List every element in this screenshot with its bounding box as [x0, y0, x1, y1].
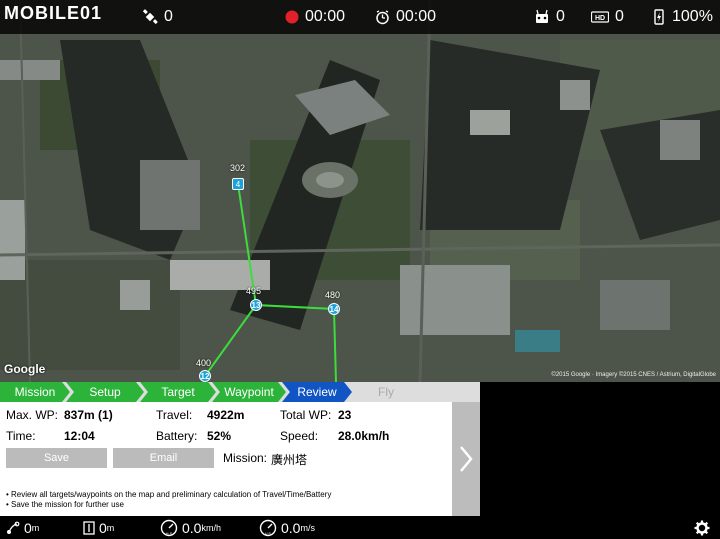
tab-mission[interactable]: Mission	[0, 382, 70, 402]
status-bar: MOBILE01 0 00:00 00:00 0 HD 0 100%	[0, 0, 720, 34]
map-credit: ©2015 Google · Imagery ©2015 CNES / Astr…	[551, 372, 716, 378]
waypoint-altitude: 495	[246, 286, 262, 296]
distance-readout: 0m	[6, 516, 39, 539]
mission-label: Mission:	[223, 451, 268, 465]
battery-icon	[654, 9, 664, 25]
record-icon	[285, 10, 299, 24]
rc-signal-value: 0	[556, 8, 565, 25]
horizontal-speed-unit: km/h	[201, 522, 221, 533]
svg-text:V.S: V.S	[265, 531, 271, 536]
travel-label: Travel:	[156, 408, 193, 422]
speedometer-icon: H.S	[160, 519, 178, 536]
save-button[interactable]: Save	[6, 448, 107, 468]
google-logo: Google	[4, 362, 46, 376]
satellite-count: 0	[164, 8, 173, 25]
height-value: 0	[99, 519, 107, 536]
total-wp-label: Total WP:	[280, 408, 332, 422]
waypoint-marker[interactable]: 4	[232, 178, 244, 190]
watermark: MOBILE01	[4, 3, 103, 23]
vertical-speed-value: 0.0	[281, 519, 301, 536]
tab-waypoint[interactable]: Waypoint	[212, 382, 286, 402]
email-button[interactable]: Email	[113, 448, 214, 468]
mission-tabs: Mission Setup Target Waypoint Review Fly	[0, 382, 480, 402]
waypoint-altitude: 302	[230, 163, 246, 173]
vertical-speed-readout: V.S 0.0 m/s	[259, 516, 315, 539]
distance-icon	[7, 521, 20, 534]
remote-controller-icon	[536, 9, 548, 23]
clock-icon	[376, 9, 389, 24]
battery-percent: 100%	[672, 8, 713, 25]
time-value: 12:04	[64, 429, 95, 443]
settings-button[interactable]	[694, 516, 714, 539]
max-wp-value: 837m (1)	[64, 408, 113, 422]
speed-value: 28.0km/h	[338, 429, 390, 443]
waypoint-altitude: 400	[196, 358, 212, 368]
flight-time: 00:00	[396, 8, 437, 25]
waypoint-marker[interactable]: 12	[199, 370, 211, 382]
mission-name: 廣州塔	[271, 453, 308, 467]
svg-text:H.S: H.S	[166, 531, 173, 536]
satellite-status: 0	[142, 0, 173, 34]
app-screen: 302 4 495 13 480 14 400 12 Google ©2015 …	[0, 0, 720, 539]
height-icon	[83, 520, 95, 535]
video-signal: HD 0	[591, 0, 624, 34]
waypoint-marker[interactable]: 13	[250, 299, 262, 311]
gear-icon	[694, 520, 710, 535]
telemetry-bar: 0m 0m H.S 0.0 km/h V.S 0.0 m/s	[0, 516, 720, 539]
max-wp-label: Max. WP:	[6, 408, 59, 422]
tab-target[interactable]: Target	[140, 382, 216, 402]
video-signal-value: 0	[615, 8, 624, 25]
review-panel: Max. WP: 837m (1) Travel: 4922m Total WP…	[0, 402, 452, 516]
distance-value: 0	[24, 519, 32, 536]
hd-signal-icon: HD	[591, 11, 609, 23]
tab-fly[interactable]: Fly	[348, 382, 424, 402]
distance-unit: m	[31, 522, 40, 533]
tab-setup[interactable]: Setup	[66, 382, 144, 402]
svg-text:HD: HD	[595, 15, 605, 22]
horizontal-speed-value: 0.0	[182, 519, 202, 536]
vertical-speed-unit: m/s	[300, 522, 315, 533]
height-readout: 0m	[83, 516, 114, 539]
battery-label: Battery:	[156, 429, 198, 443]
total-wp-value: 23	[338, 408, 352, 422]
review-note: • Save the mission for further use	[6, 500, 124, 509]
height-unit: m	[106, 522, 115, 533]
horizontal-speed-readout: H.S 0.0 km/h	[160, 516, 221, 539]
waypoint-altitude: 480	[325, 290, 341, 300]
map-imagery	[0, 0, 720, 382]
satellite-map[interactable]: 302 4 495 13 480 14 400 12 Google ©2015 …	[0, 0, 720, 382]
chevron-right-icon	[460, 446, 473, 472]
record-time: 00:00	[305, 8, 346, 25]
satellite-icon	[142, 9, 158, 25]
tab-review[interactable]: Review	[282, 382, 352, 402]
rc-signal: 0	[534, 0, 565, 34]
waypoint-marker[interactable]: 14	[328, 303, 340, 315]
battery-status: 100%	[652, 0, 713, 34]
time-label: Time:	[6, 429, 36, 443]
travel-value: 4922m	[207, 408, 245, 422]
speed-label: Speed:	[280, 429, 319, 443]
next-button[interactable]	[452, 402, 480, 516]
flight-timer: 00:00	[375, 0, 436, 34]
battery-value: 52%	[207, 429, 232, 443]
review-note: • Review all targets/waypoints on the ma…	[6, 490, 332, 499]
vertical-speedometer-icon: V.S	[259, 519, 277, 536]
video-preview	[480, 382, 720, 516]
record-status[interactable]: 00:00	[285, 0, 345, 34]
